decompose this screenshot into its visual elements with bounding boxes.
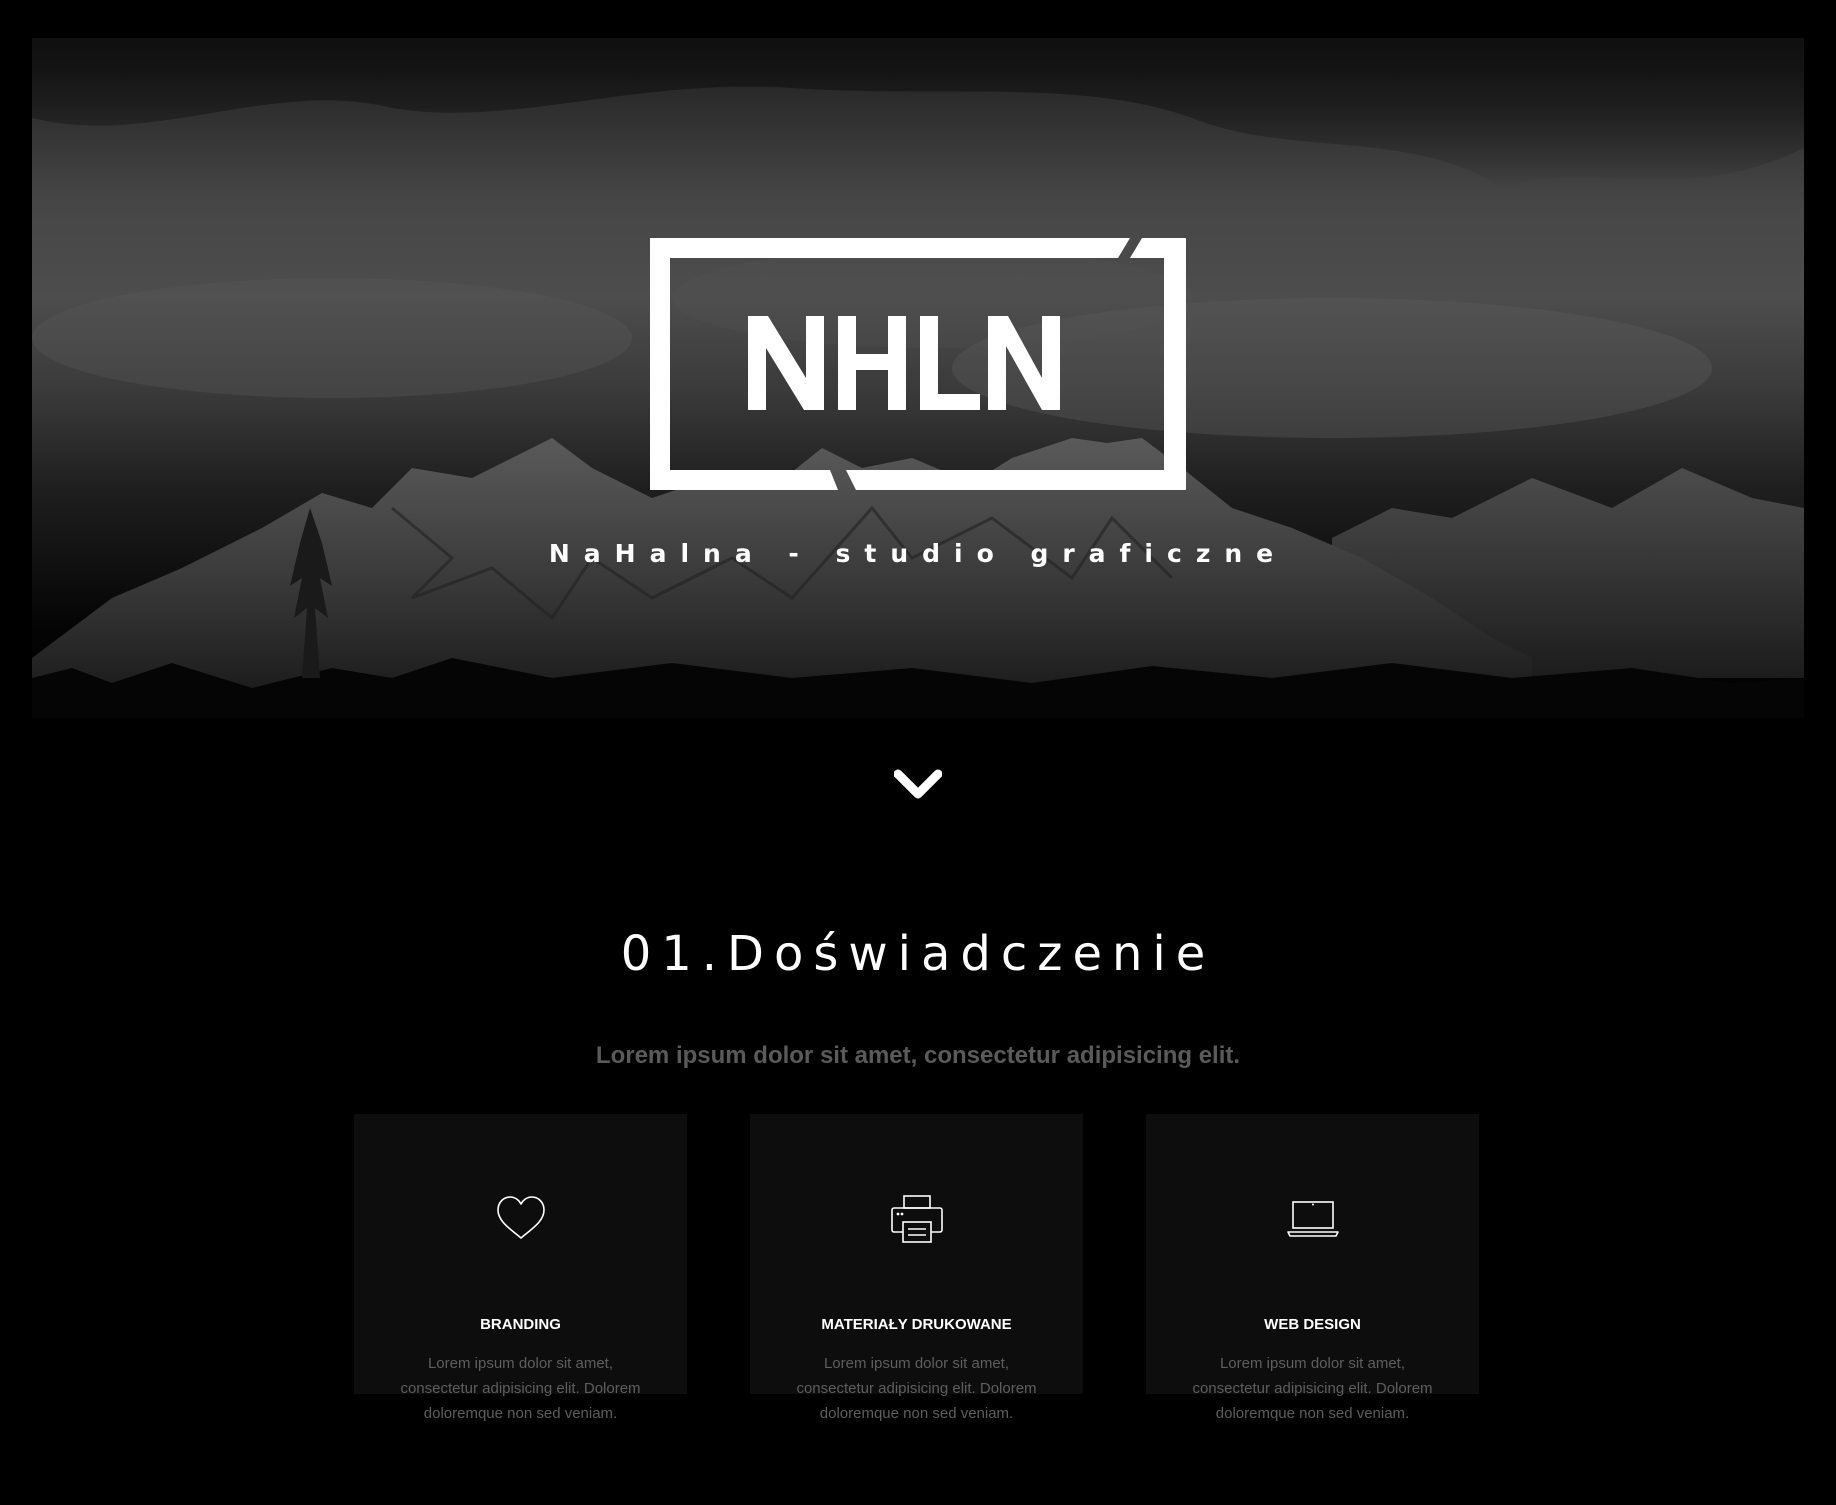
nhln-logo[interactable] xyxy=(650,238,1186,490)
card-text: Lorem ipsum dolor sit amet, consectetur … xyxy=(1192,1355,1433,1422)
section-title: 01.Doświadczenie xyxy=(620,926,1216,982)
page-frame: NaHalna - studio graficzne 01.Doświadcze… xyxy=(32,38,1804,1505)
card-title: WEB DESIGN xyxy=(1264,1316,1361,1333)
card-text: Lorem ipsum dolor sit amet, consectetur … xyxy=(400,1355,641,1422)
card-title: MATERIAŁY DRUKOWANE xyxy=(821,1316,1012,1333)
heart-icon xyxy=(497,1196,545,1239)
service-card-web[interactable]: WEB DESIGN Lorem ipsum dolor sit amet, c… xyxy=(1146,1114,1479,1422)
service-card-branding[interactable]: BRANDING Lorem ipsum dolor sit amet, con… xyxy=(354,1114,687,1422)
hero-section: NaHalna - studio graficzne xyxy=(32,38,1804,718)
chevron-down-icon[interactable] xyxy=(894,764,942,804)
laptop-icon xyxy=(1287,1201,1339,1237)
service-card-print[interactable]: MATERIAŁY DRUKOWANE Lorem ipsum dolor si… xyxy=(750,1114,1083,1422)
section-subtitle: Lorem ipsum dolor sit amet, consectetur … xyxy=(595,1042,1241,1069)
card-title: BRANDING xyxy=(480,1316,561,1333)
tagline: NaHalna - studio graficzne xyxy=(548,539,1288,568)
printer-icon xyxy=(891,1195,943,1243)
card-text: Lorem ipsum dolor sit amet, consectetur … xyxy=(796,1355,1037,1422)
